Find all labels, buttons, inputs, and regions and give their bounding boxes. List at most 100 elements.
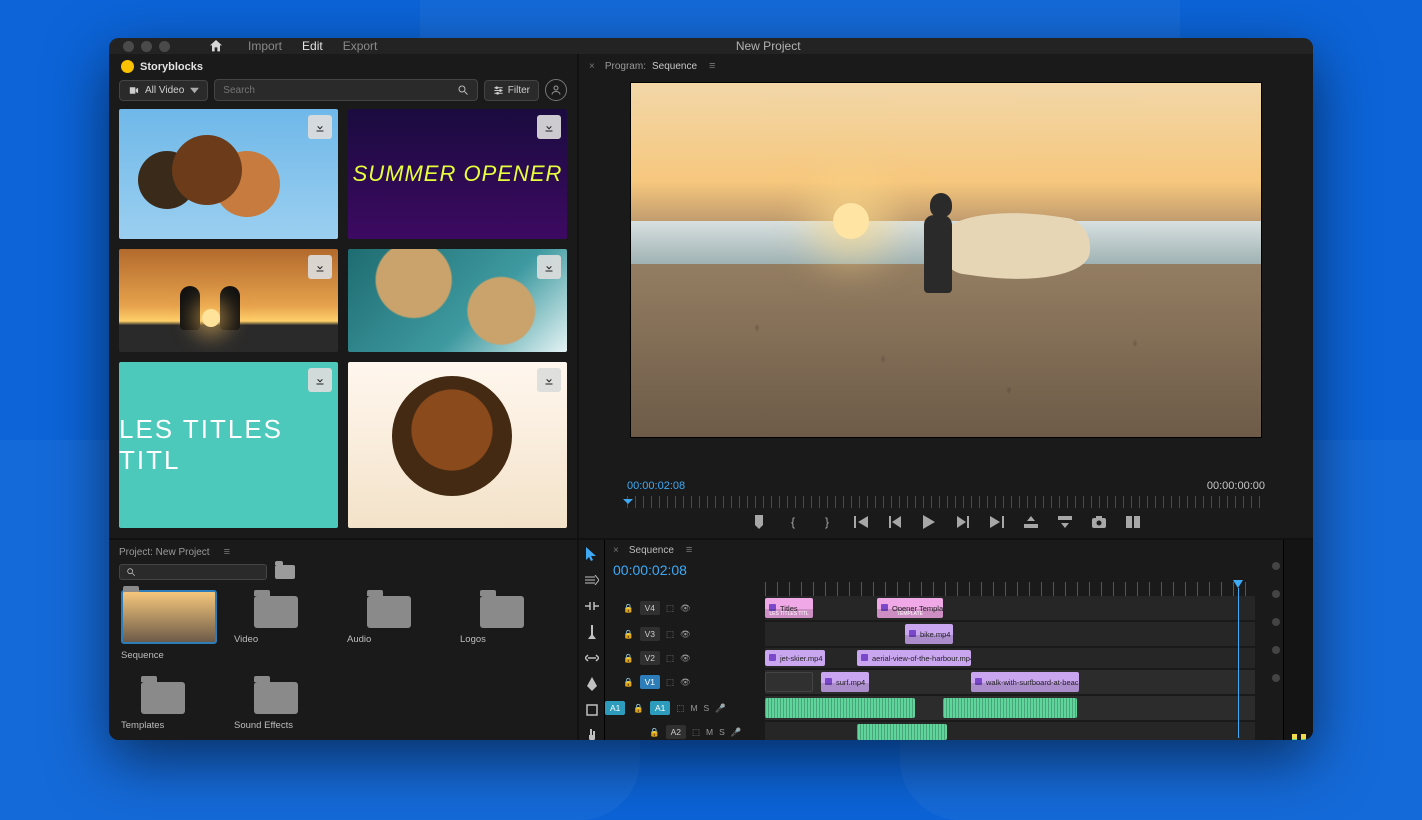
program-viewer[interactable] [630, 82, 1262, 438]
search-box[interactable] [214, 79, 477, 101]
go-to-in-button[interactable] [853, 514, 869, 530]
mic-icon[interactable]: 🎤 [731, 727, 742, 738]
playhead-icon[interactable] [1233, 580, 1243, 588]
out-point-button[interactable]: } [819, 514, 835, 530]
in-point-button[interactable]: { [785, 514, 801, 530]
step-forward-button[interactable] [955, 514, 971, 530]
panel-menu-icon[interactable]: ≡ [686, 544, 692, 556]
fx-icon[interactable]: ⬚ [666, 629, 674, 640]
fx-icon[interactable]: ⬚ [666, 653, 674, 664]
clip[interactable]: bike.mp4 [905, 624, 953, 644]
project-search-box[interactable] [119, 564, 267, 580]
hand-tool[interactable] [584, 728, 600, 740]
download-button[interactable] [308, 255, 332, 279]
new-bin-button[interactable] [275, 565, 295, 579]
stock-thumb[interactable]: SUMMER OPENER [348, 109, 567, 239]
track-label[interactable]: A2 [666, 725, 686, 739]
download-button[interactable] [537, 255, 561, 279]
stock-thumb[interactable] [119, 109, 338, 239]
account-button[interactable] [545, 79, 567, 101]
timeline-panel: × Sequence ≡ 00:00:02:08 🔒 V4 ⬚ 👁 TitlesLES T… [579, 540, 1313, 740]
track-label[interactable]: V2 [640, 651, 660, 665]
pen-tool[interactable] [584, 676, 600, 692]
lock-icon[interactable]: 🔒 [633, 703, 644, 714]
export-frame-button[interactable] [1091, 514, 1107, 530]
media-type-dropdown[interactable]: All Video [119, 80, 208, 101]
track-label[interactable]: A1 [650, 701, 670, 715]
mute-button[interactable]: M [706, 727, 713, 737]
download-button[interactable] [537, 115, 561, 139]
play-button[interactable] [921, 514, 937, 530]
fx-icon[interactable]: ⬚ [666, 603, 674, 614]
bin-video[interactable]: Video [234, 590, 339, 670]
solo-button[interactable]: S [719, 727, 725, 737]
program-scrubber[interactable] [627, 496, 1265, 508]
track-label[interactable]: V4 [640, 601, 660, 615]
bin-sequence[interactable]: Sequence [121, 590, 226, 670]
go-to-out-button[interactable] [989, 514, 1005, 530]
stock-thumb[interactable]: LES TITLES TITL [119, 362, 338, 528]
bin-logos[interactable]: Logos [460, 590, 565, 670]
timeline-tc[interactable]: 00:00:02:08 [605, 560, 1269, 582]
lock-icon[interactable]: 🔒 [623, 629, 634, 640]
stock-thumb[interactable] [348, 362, 567, 528]
razor-tool[interactable] [584, 624, 600, 640]
mic-icon[interactable]: 🎤 [715, 703, 726, 714]
fx-icon[interactable]: ⬚ [676, 703, 684, 714]
track-label[interactable]: V1 [640, 675, 660, 689]
eye-icon[interactable]: 👁 [680, 653, 691, 664]
bin-audio[interactable]: Audio [347, 590, 452, 670]
fx-icon[interactable]: ⬚ [692, 727, 700, 738]
download-button[interactable] [308, 368, 332, 392]
stock-thumb[interactable] [348, 249, 567, 353]
extract-button[interactable] [1057, 514, 1073, 530]
audio-clip[interactable] [943, 698, 1077, 718]
download-button[interactable] [537, 368, 561, 392]
close-icon[interactable]: × [589, 61, 595, 72]
clip[interactable]: TitlesLES TITLES TITL [765, 598, 813, 618]
lock-icon[interactable]: 🔒 [649, 727, 660, 738]
bin-templates[interactable]: Templates [121, 676, 226, 740]
eye-icon[interactable]: 👁 [680, 629, 691, 640]
panel-menu-icon[interactable]: ≡ [224, 546, 230, 558]
audio-clip[interactable] [857, 724, 947, 740]
step-back-button[interactable] [887, 514, 903, 530]
clip[interactable]: jet-skier.mp4 [765, 650, 825, 666]
lock-icon[interactable]: 🔒 [623, 603, 634, 614]
rectangle-tool[interactable] [584, 702, 600, 718]
ripple-edit-tool[interactable] [584, 598, 600, 614]
download-button[interactable] [308, 115, 332, 139]
lift-button[interactable] [1023, 514, 1039, 530]
track-label[interactable]: V3 [640, 627, 660, 641]
window-controls[interactable] [123, 41, 170, 52]
close-icon[interactable]: × [613, 545, 619, 556]
eye-icon[interactable]: 👁 [680, 603, 691, 614]
home-icon[interactable] [208, 38, 224, 54]
solo-button[interactable]: S [704, 703, 710, 713]
slip-tool[interactable] [584, 650, 600, 666]
timeline-ruler[interactable] [765, 582, 1255, 596]
mute-button[interactable]: M [690, 703, 697, 713]
fx-icon[interactable]: ⬚ [666, 677, 674, 688]
track-select-tool[interactable] [584, 572, 600, 588]
bin-sound-effects[interactable]: Sound Effects [234, 676, 339, 740]
comparison-view-button[interactable] [1125, 514, 1141, 530]
search-input[interactable] [223, 85, 456, 96]
download-icon [543, 374, 555, 386]
timeline-tab[interactable]: Sequence [629, 545, 674, 556]
lock-icon[interactable]: 🔒 [623, 653, 634, 664]
stock-thumb[interactable] [119, 249, 338, 353]
clip[interactable]: walk-with-surfboard-at-beach.mp4 [971, 672, 1079, 692]
add-marker-button[interactable] [751, 514, 767, 530]
source-patch[interactable]: A1 [605, 701, 625, 715]
filter-button[interactable]: Filter [484, 80, 539, 101]
clip[interactable]: Opener TemplateTEMPLATE [877, 598, 943, 618]
eye-icon[interactable]: 👁 [680, 677, 691, 688]
clip[interactable]: surf.mp4 [821, 672, 869, 692]
audio-clip[interactable] [765, 698, 915, 718]
panel-menu-icon[interactable]: ≡ [709, 60, 715, 72]
selection-tool[interactable] [584, 546, 600, 562]
lock-icon[interactable]: 🔒 [623, 677, 634, 688]
clip[interactable]: aerial-view-of-the-harbour.mp4 [857, 650, 971, 666]
program-tc-current[interactable]: 00:00:02:08 [627, 480, 685, 492]
